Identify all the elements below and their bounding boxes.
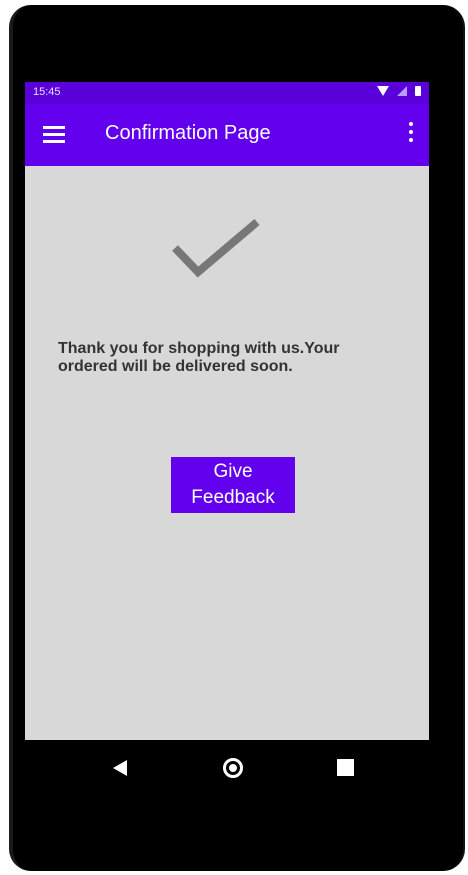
more-vert-icon[interactable] xyxy=(407,122,415,146)
recents-icon[interactable] xyxy=(337,759,354,776)
app-screen: 15:45 Confirmation Page Thank you for sh… xyxy=(25,82,429,740)
home-icon[interactable] xyxy=(223,758,243,778)
status-time: 15:45 xyxy=(33,86,61,98)
hamburger-menu-icon[interactable] xyxy=(43,126,65,143)
page-title: Confirmation Page xyxy=(105,122,271,144)
status-bar: 15:45 xyxy=(25,82,429,104)
battery-icon xyxy=(415,86,421,96)
give-feedback-button[interactable]: Give Feedback xyxy=(171,457,295,513)
navigation-bar xyxy=(25,740,429,796)
confirmation-message: Thank you for shopping with us.Your orde… xyxy=(58,340,340,375)
checkmark-icon xyxy=(172,218,260,278)
app-bar: Confirmation Page xyxy=(25,104,429,166)
signal-icon xyxy=(397,86,407,96)
back-icon[interactable] xyxy=(113,760,127,776)
status-icons xyxy=(377,86,421,96)
wifi-icon xyxy=(377,86,389,96)
